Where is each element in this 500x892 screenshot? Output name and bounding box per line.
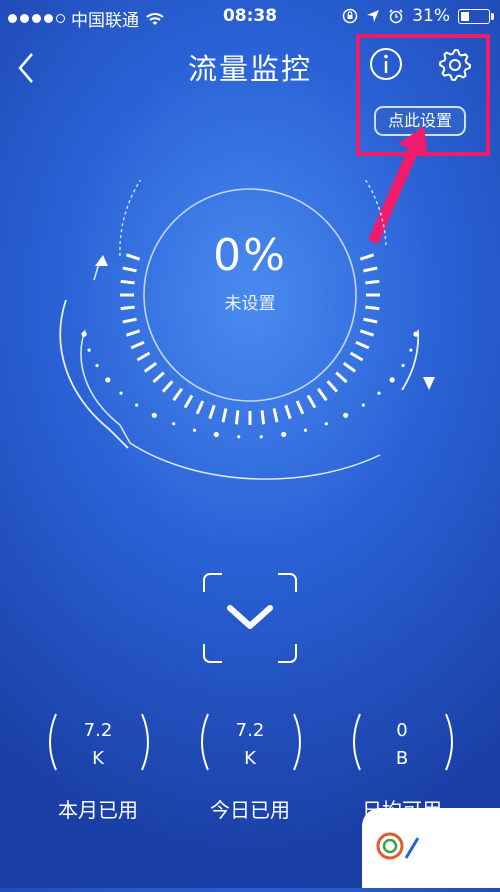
battery-percent: 31% (412, 6, 450, 26)
gauge-dot (303, 428, 308, 432)
gauge-tick (335, 371, 348, 384)
right-paren (445, 713, 453, 771)
alarm-icon (389, 9, 403, 24)
chevron-down-icon (227, 605, 273, 629)
gauge-tick (316, 387, 328, 402)
stat-today-used: 7.2 K (180, 712, 320, 772)
gauge-dot (172, 422, 176, 426)
gauge-dot (192, 428, 197, 432)
gauge-tick (183, 394, 194, 409)
gauge-tick (120, 279, 135, 285)
gauge-tick (195, 400, 205, 415)
gauge-dot (151, 412, 157, 418)
gauge-dot (281, 431, 287, 438)
gauge-tick (359, 329, 375, 337)
gauge-tick (172, 387, 184, 402)
location-icon (367, 10, 380, 22)
gauge-tick (221, 408, 228, 423)
gauge-tick (295, 400, 305, 415)
stat-label-today: 今日已用 (210, 798, 290, 822)
orientation-lock-icon (342, 8, 358, 24)
stat-label-month: 本月已用 (58, 798, 138, 822)
gauge-dot (135, 403, 139, 407)
gauge-tick (342, 361, 357, 373)
gauge-dot (377, 391, 381, 395)
gauge-tick (306, 394, 317, 409)
gauge-dot (389, 377, 395, 383)
gauge-tick (260, 410, 266, 425)
gauge-tick (143, 361, 158, 373)
gauge-dot (259, 435, 263, 439)
gauge-tick (152, 371, 165, 384)
gauge-dot (213, 431, 219, 438)
gauge-tick (326, 380, 339, 393)
gauge-tick (355, 340, 370, 350)
gauge-dot (409, 348, 413, 352)
gauge-dot (95, 363, 99, 368)
gauge-tick (161, 380, 174, 393)
battery-level (461, 11, 469, 21)
gauge-tick (363, 317, 378, 324)
gauge-tick (125, 329, 141, 337)
gauge-tick (130, 340, 145, 350)
gauge-tick (365, 279, 380, 285)
gauge-right-bracket (401, 329, 420, 391)
expand-button[interactable] (200, 570, 300, 666)
gauge-tick (284, 404, 292, 420)
status-right: 31% (342, 6, 494, 26)
gauge-tick (208, 404, 216, 420)
gauge-status: 未设置 (224, 294, 276, 314)
gauge-dot (87, 348, 91, 352)
watermark-logo (362, 808, 500, 888)
gauge-dot (361, 403, 365, 407)
gauge-percent: 0% (213, 230, 287, 281)
status-bar: 中国联通 08:38 31% (0, 0, 500, 34)
gauge-left-bracket (59, 299, 129, 449)
gauge-tick (136, 351, 151, 362)
right-paren (293, 713, 301, 771)
gauge-dot (343, 412, 349, 418)
battery-icon (458, 8, 494, 24)
right-paren (141, 713, 149, 771)
gauge-dot (324, 422, 328, 426)
gauge-dot (237, 435, 241, 439)
stat-month-used: 7.2 K (28, 712, 168, 772)
gauge-dot (119, 391, 123, 395)
gauge-dot (401, 363, 405, 368)
gauge-tick (122, 317, 137, 324)
expand-frame (203, 573, 297, 663)
gauge-tick (234, 410, 240, 425)
gauge-dot (105, 377, 111, 383)
gauge-tick (272, 408, 279, 423)
stat-daily-available: 0 B (332, 712, 472, 772)
gauge-tick (349, 351, 364, 362)
gauge-right-marker (423, 377, 435, 390)
